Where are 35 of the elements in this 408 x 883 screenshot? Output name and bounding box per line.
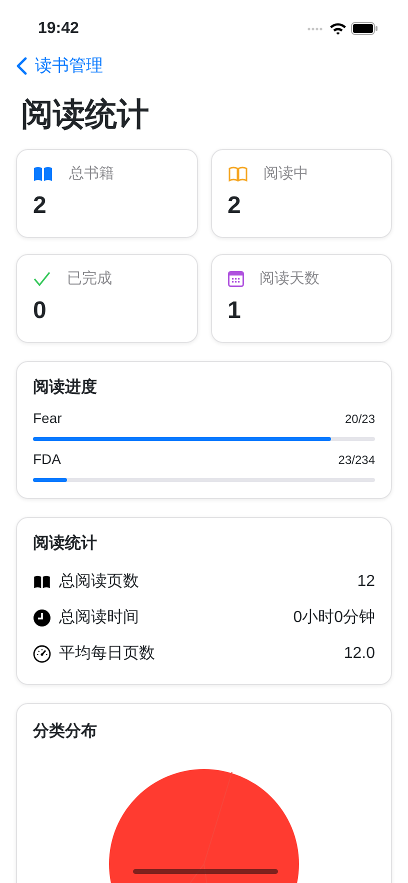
stat-value: 0 bbox=[33, 298, 48, 323]
status-time: 19:42 bbox=[38, 18, 79, 38]
stat-label: 已完成 bbox=[67, 269, 112, 290]
speedometer-icon bbox=[33, 645, 51, 664]
stat-label: 阅读天数 bbox=[260, 269, 320, 290]
book-icon bbox=[33, 166, 53, 182]
card-title: 阅读进度 bbox=[33, 377, 98, 398]
page-count: 23/234 bbox=[338, 452, 375, 469]
stat-label: 总书籍 bbox=[69, 164, 114, 184]
wifi-icon bbox=[329, 22, 347, 35]
clock-icon bbox=[33, 609, 51, 628]
stat-value: 2 bbox=[228, 194, 242, 218]
book-title: FDA bbox=[33, 450, 61, 470]
back-button[interactable]: 读书管理 bbox=[16, 53, 103, 78]
chevron-left-icon bbox=[16, 56, 27, 75]
stat-label: 阅读中 bbox=[264, 164, 308, 184]
stat-value: 12 bbox=[357, 572, 375, 592]
book-icon bbox=[228, 166, 248, 182]
book-icon bbox=[33, 575, 51, 590]
stat-label: 总阅读时间 bbox=[59, 608, 139, 628]
stat-label: 平均每日页数 bbox=[59, 644, 155, 664]
checkmark-icon bbox=[33, 271, 51, 288]
stat-value: 12.0 bbox=[344, 644, 375, 664]
card-title: 阅读统计 bbox=[33, 533, 98, 554]
page-count: 20/23 bbox=[344, 410, 375, 428]
book-title: Fear bbox=[33, 409, 62, 428]
page-title: 阅读统计 bbox=[21, 94, 150, 134]
stat-value: 2 bbox=[33, 194, 48, 218]
calendar-icon bbox=[228, 271, 244, 288]
card-title: 分类分布 bbox=[33, 722, 98, 742]
battery-icon bbox=[351, 22, 378, 35]
signal-icon bbox=[307, 26, 325, 30]
stat-label: 总阅读页数 bbox=[59, 572, 139, 592]
stat-value: 0小时0分钟 bbox=[293, 608, 375, 628]
stat-value: 1 bbox=[228, 298, 242, 323]
